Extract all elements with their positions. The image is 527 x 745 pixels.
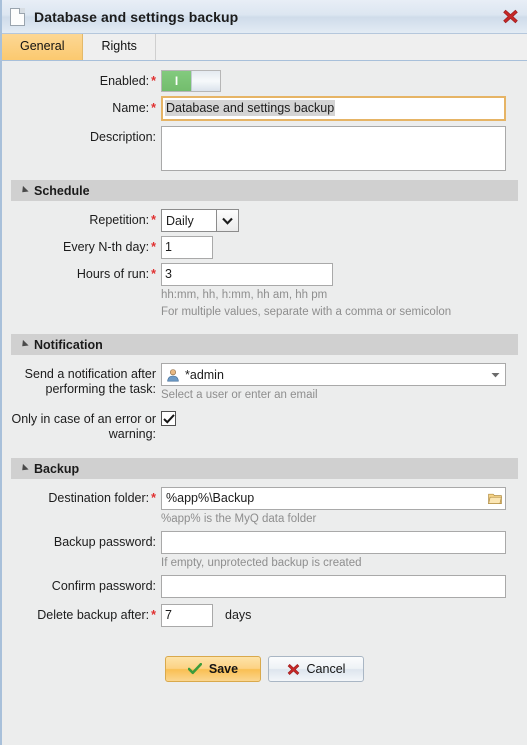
confirm-password-label: Confirm password: — [51, 579, 156, 593]
name-label: Name: * — [112, 101, 156, 115]
field-destination-folder: Destination folder: * %app%\Backup %app% … — [2, 487, 527, 527]
folder-icon[interactable] — [485, 488, 505, 509]
save-button[interactable]: Save — [165, 656, 261, 682]
hours-of-run-hint-2: For multiple values, separate with a com… — [161, 306, 452, 318]
hours-of-run-input[interactable]: 3 — [161, 263, 333, 286]
toggle-on-glyph: I — [162, 71, 191, 91]
section-notification[interactable]: Notification — [11, 334, 518, 355]
field-repetition: Repetition: * Daily — [2, 209, 527, 232]
chevron-down-icon — [216, 210, 238, 231]
backup-password-hint: If empty, unprotected backup is created — [161, 557, 362, 569]
toggle-knob — [191, 71, 220, 91]
required-marker: * — [151, 213, 156, 227]
page-title: Database and settings backup — [34, 8, 239, 25]
field-confirm-password: Confirm password: — [2, 575, 527, 598]
tab-bar: General Rights — [2, 33, 527, 61]
close-icon[interactable] — [500, 7, 520, 27]
repetition-value: Daily — [166, 213, 194, 228]
delete-after-value: 7 — [165, 608, 172, 622]
field-hours-of-run: Hours of run: * 3 hh:mm, hh, h:mm, hh am,… — [2, 263, 527, 320]
field-delete-after: Delete backup after: * 7 days — [2, 604, 527, 627]
cancel-button-label: Cancel — [306, 662, 346, 676]
destination-folder-hint: %app% is the MyQ data folder — [161, 513, 317, 525]
section-notification-label: Notification — [34, 337, 103, 352]
description-textarea[interactable] — [161, 126, 506, 171]
x-icon — [287, 663, 299, 675]
hours-of-run-value: 3 — [165, 267, 172, 281]
required-marker: * — [151, 608, 156, 622]
chevron-down-icon — [485, 372, 505, 378]
hours-of-run-label: Hours of run: * — [76, 267, 156, 281]
checkmark-icon — [162, 413, 175, 424]
tab-rights[interactable]: Rights — [83, 33, 156, 60]
field-name: Name: * Database and settings backup — [2, 96, 527, 121]
chevron-collapse-icon — [19, 185, 29, 196]
hours-of-run-hint-1: hh:mm, hh, h:mm, hh am, hh pm — [161, 289, 328, 301]
notification-user-value: *admin — [185, 367, 224, 382]
section-backup-label: Backup — [34, 461, 80, 476]
section-schedule-label: Schedule — [34, 183, 90, 198]
checkmark-icon — [187, 663, 202, 675]
every-nth-day-input[interactable]: 1 — [161, 236, 213, 259]
backup-password-label: Backup password: — [53, 535, 156, 549]
field-only-error: Only in case of an error or warning: — [2, 408, 527, 442]
only-error-label: Only in case of an error or warning: — [11, 412, 156, 441]
repetition-select[interactable]: Daily — [161, 209, 239, 232]
field-every-nth-day: Every N-th day: * 1 — [2, 236, 527, 259]
enabled-toggle[interactable]: I — [161, 70, 221, 92]
field-backup-password: Backup password: If empty, unprotected b… — [2, 531, 527, 571]
every-nth-day-value: 1 — [165, 240, 172, 254]
section-schedule[interactable]: Schedule — [11, 180, 518, 201]
field-enabled: Enabled: * I — [2, 70, 527, 92]
field-description: Description: — [2, 126, 527, 171]
description-label: Description: — [90, 130, 156, 144]
chevron-collapse-icon — [19, 463, 29, 474]
destination-folder-input[interactable]: %app%\Backup — [161, 487, 506, 510]
enabled-label: Enabled: * — [99, 74, 156, 88]
name-input[interactable]: Database and settings backup — [161, 96, 506, 121]
cancel-button[interactable]: Cancel — [268, 656, 364, 682]
delete-after-label: Delete backup after: * — [37, 608, 156, 622]
delete-after-input[interactable]: 7 — [161, 604, 213, 627]
form-body: Enabled: * I Name: * Database and settings… — [2, 61, 527, 745]
confirm-password-input[interactable] — [161, 575, 506, 598]
chevron-collapse-icon — [19, 339, 29, 350]
repetition-label: Repetition: * — [89, 213, 156, 227]
dialog-footer: Save Cancel — [2, 631, 527, 682]
notification-user-hint: Select a user or enter an email — [161, 389, 318, 401]
destination-folder-value: %app%\Backup — [166, 491, 255, 505]
save-button-label: Save — [208, 662, 239, 676]
section-backup[interactable]: Backup — [11, 458, 518, 479]
title-bar: Database and settings backup — [2, 0, 527, 34]
document-icon — [10, 7, 25, 26]
tab-general[interactable]: General — [2, 33, 84, 60]
required-marker: * — [151, 240, 156, 254]
user-avatar-icon — [166, 368, 180, 382]
destination-folder-label: Destination folder: * — [48, 491, 156, 505]
required-marker: * — [151, 101, 156, 115]
delete-after-unit: days — [225, 608, 252, 622]
required-marker: * — [151, 267, 156, 281]
required-marker: * — [151, 74, 156, 88]
name-input-value: Database and settings backup — [165, 100, 336, 116]
backup-settings-dialog: Database and settings backup General Rig… — [0, 0, 527, 745]
backup-password-input[interactable] — [161, 531, 506, 554]
tab-general-label: General — [20, 39, 65, 53]
only-error-checkbox[interactable] — [161, 411, 176, 426]
required-marker: * — [151, 491, 156, 505]
every-nth-day-label: Every N-th day: * — [62, 240, 156, 254]
field-send-notification: Send a notification after performing the… — [2, 363, 527, 403]
notification-user-combo[interactable]: *admin — [161, 363, 506, 386]
tab-rights-label: Rights — [101, 39, 137, 53]
send-notification-label: Send a notification after performing the… — [24, 367, 156, 396]
